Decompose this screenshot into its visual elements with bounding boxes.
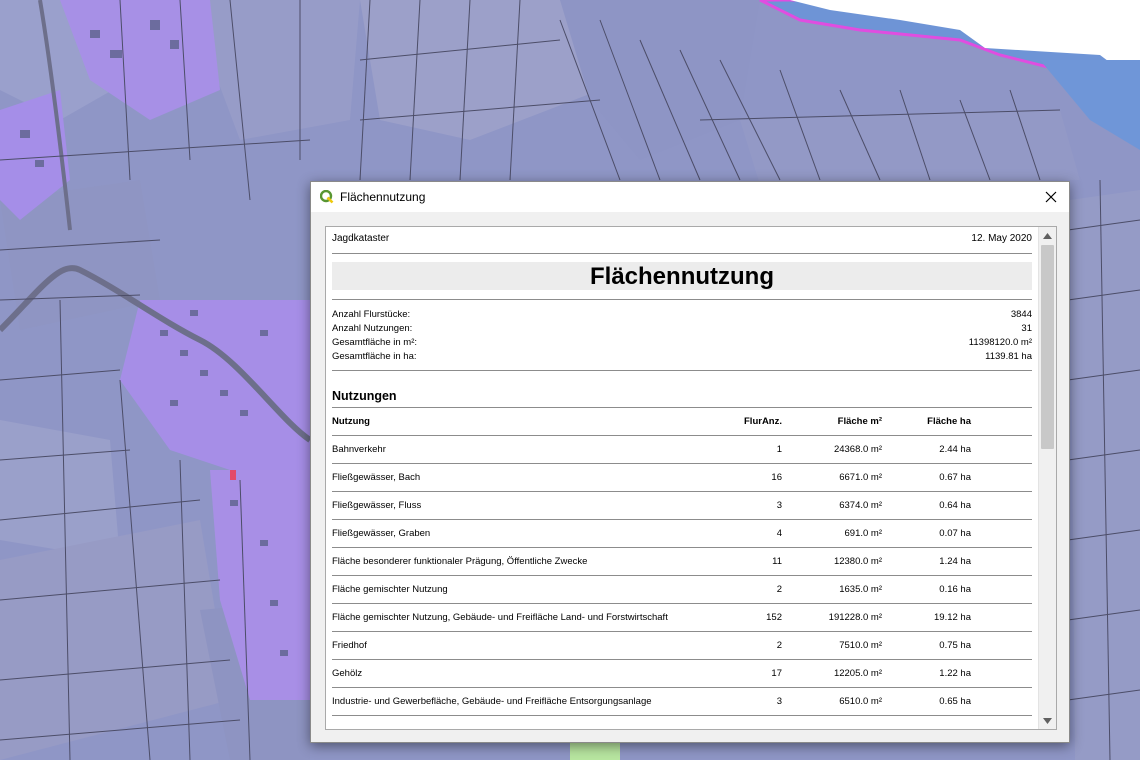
cell-area-ha: 1.22 ha — [939, 668, 971, 679]
dialog-titlebar[interactable]: Flächennutzung — [311, 182, 1069, 212]
table-row: Industrie- und Gewerbefläche, Gebäude- u… — [332, 688, 1032, 716]
dialog-title: Flächennutzung — [340, 190, 426, 204]
stat-row: Anzahl Nutzungen: 31 — [332, 322, 1032, 336]
cell-area-ha: 0.16 ha — [939, 584, 971, 595]
arrow-up-icon — [1043, 232, 1052, 239]
cell-area-m2: 1635.0 m² — [839, 584, 882, 595]
cell-nutzung: Bahnverkehr — [332, 444, 386, 455]
cell-area-ha: 0.07 ha — [939, 528, 971, 539]
close-icon — [1045, 191, 1057, 203]
table-row: Friedhof 2 7510.0 m² 0.75 ha — [332, 632, 1032, 660]
close-button[interactable] — [1037, 182, 1065, 212]
cell-area-ha: 0.67 ha — [939, 472, 971, 483]
stat-value: 11398120.0 m² — [968, 337, 1032, 348]
report-content: Jagdkataster 12. May 2020 Flächennutzung… — [332, 227, 1032, 716]
qgis-logo-icon — [319, 189, 334, 204]
report-header-left: Jagdkataster — [332, 233, 390, 244]
col-header-nutzung: Nutzung — [332, 416, 370, 427]
cell-count: 11 — [772, 556, 782, 567]
cell-count: 1 — [776, 444, 782, 455]
stat-value: 3844 — [1010, 309, 1032, 320]
stat-value: 1139.81 ha — [985, 351, 1032, 362]
col-header-area-ha: Fläche ha — [927, 416, 971, 427]
cell-area-m2: 12380.0 m² — [833, 556, 882, 567]
stat-row: Anzahl Flurstücke: 3844 — [332, 308, 1032, 322]
stats-block: Anzahl Flurstücke: 3844 Anzahl Nutzungen… — [332, 299, 1032, 371]
green-area — [570, 742, 620, 760]
table-header: Nutzung FlurAnz. Fläche m² Fläche ha — [332, 408, 1032, 436]
vertical-scrollbar[interactable] — [1038, 227, 1056, 729]
cell-count: 17 — [771, 668, 782, 679]
cell-area-m2: 6510.0 m² — [839, 696, 882, 707]
cell-area-m2: 12205.0 m² — [833, 668, 882, 679]
arrow-down-icon — [1043, 717, 1052, 724]
cell-nutzung: Gehölz — [332, 668, 363, 679]
cell-area-m2: 691.0 m² — [844, 528, 883, 539]
cell-nutzung: Fläche besonderer funktionaler Prägung, … — [332, 556, 588, 567]
stat-label: Gesamtfläche in m²: — [332, 337, 417, 348]
table-row: Gehölz 17 12205.0 m² 1.22 ha — [332, 660, 1032, 688]
report-view[interactable]: Jagdkataster 12. May 2020 Flächennutzung… — [325, 226, 1057, 730]
cell-nutzung: Industrie- und Gewerbefläche, Gebäude- u… — [332, 696, 652, 707]
cell-nutzung: Fließgewässer, Bach — [332, 472, 421, 483]
cell-area-ha: 1.24 ha — [939, 556, 971, 567]
scroll-up-button[interactable] — [1039, 227, 1056, 244]
cell-count: 4 — [776, 528, 782, 539]
report-title: Flächennutzung — [332, 262, 1032, 290]
cell-area-ha: 0.75 ha — [939, 640, 971, 651]
cell-area-m2: 6374.0 m² — [839, 500, 882, 511]
cell-area-m2: 6671.0 m² — [839, 472, 882, 483]
cell-nutzung: Fließgewässer, Graben — [332, 528, 431, 539]
cell-area-m2: 191228.0 m² — [828, 612, 882, 623]
scroll-down-button[interactable] — [1039, 712, 1056, 729]
col-header-count: FlurAnz. — [744, 416, 782, 427]
cell-count: 152 — [766, 612, 782, 623]
cell-count: 2 — [776, 584, 782, 595]
cell-area-ha: 0.65 ha — [939, 696, 971, 707]
col-header-area-m2: Fläche m² — [837, 416, 882, 427]
cell-nutzung: Friedhof — [332, 640, 367, 651]
section-title: Nutzungen — [332, 385, 1032, 408]
cell-count: 16 — [771, 472, 782, 483]
stat-value: 31 — [1021, 323, 1032, 334]
report-date: 12. May 2020 — [971, 233, 1032, 244]
cell-nutzung: Fließgewässer, Fluss — [332, 500, 422, 511]
cell-nutzung: Fläche gemischter Nutzung — [332, 584, 448, 595]
stat-label: Anzahl Flurstücke: — [332, 309, 411, 320]
cell-area-ha: 19.12 ha — [934, 612, 971, 623]
cell-count: 2 — [776, 640, 782, 651]
cell-area-m2: 24368.0 m² — [833, 444, 882, 455]
red-marker — [230, 470, 236, 480]
cell-area-m2: 7510.0 m² — [839, 640, 882, 651]
table-row: Bahnverkehr 1 24368.0 m² 2.44 ha — [332, 436, 1032, 464]
table-row: Fläche besonderer funktionaler Prägung, … — [332, 548, 1032, 576]
table-row: Fließgewässer, Graben 4 691.0 m² 0.07 ha — [332, 520, 1032, 548]
stat-label: Anzahl Nutzungen: — [332, 323, 413, 334]
cell-area-ha: 0.64 ha — [939, 500, 971, 511]
cell-nutzung: Fläche gemischter Nutzung, Gebäude- und … — [332, 612, 668, 623]
cell-area-ha: 2.44 ha — [939, 444, 971, 455]
scrollbar-thumb[interactable] — [1041, 245, 1054, 449]
table-row: Fließgewässer, Bach 16 6671.0 m² 0.67 ha — [332, 464, 1032, 492]
report-dialog: Flächennutzung Jagdkataster 12. May 2020… — [310, 181, 1070, 743]
table-row: Fließgewässer, Fluss 3 6374.0 m² 0.64 ha — [332, 492, 1032, 520]
table-row: Fläche gemischter Nutzung, Gebäude- und … — [332, 604, 1032, 632]
cell-count: 3 — [776, 696, 782, 707]
table-row: Fläche gemischter Nutzung 2 1635.0 m² 0.… — [332, 576, 1032, 604]
cell-count: 3 — [776, 500, 782, 511]
report-header: Jagdkataster 12. May 2020 — [332, 227, 1032, 254]
stat-label: Gesamtfläche in ha: — [332, 351, 417, 362]
stat-row: Gesamtfläche in ha: 1139.81 ha — [332, 350, 1032, 364]
stat-row: Gesamtfläche in m²: 11398120.0 m² — [332, 336, 1032, 350]
